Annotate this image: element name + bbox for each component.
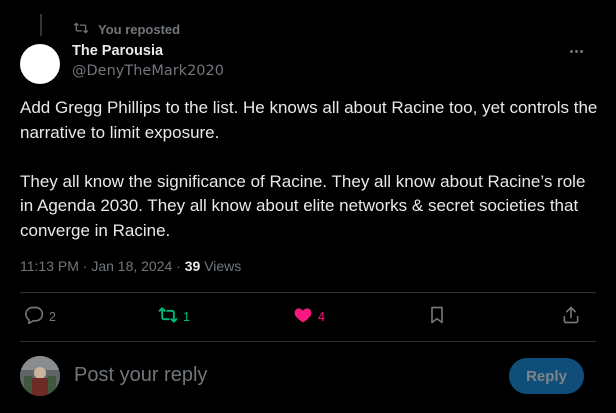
reply-button[interactable]: Reply	[509, 358, 584, 394]
bookmark-icon	[427, 305, 447, 328]
user-avatar[interactable]	[20, 356, 60, 396]
divider-bottom	[20, 341, 596, 342]
repost-banner-text: You reposted	[98, 22, 181, 37]
repost-icon	[73, 21, 89, 38]
action-bar: 2 1 4	[20, 293, 596, 341]
reply-action[interactable]: 2	[24, 305, 56, 328]
post-text: Add Gregg Phillips to the list. He knows…	[20, 98, 598, 240]
author-name[interactable]: The Parousia	[72, 43, 163, 59]
post-meta: 11:13 PM · Jan 18, 2024 · 39 Views	[20, 258, 241, 274]
author-avatar[interactable]	[20, 44, 60, 84]
repost-action[interactable]: 1	[158, 305, 190, 328]
reply-input[interactable]: Post your reply	[74, 364, 207, 387]
thread-line	[40, 14, 42, 36]
bookmark-action[interactable]	[427, 305, 447, 328]
views-label: Views	[200, 258, 242, 274]
like-count: 4	[318, 309, 325, 324]
heart-icon	[293, 305, 313, 328]
repost-banner: You reposted	[73, 21, 181, 38]
reply-icon	[24, 305, 44, 328]
like-action[interactable]: 4	[293, 305, 325, 328]
repost-count: 1	[183, 309, 190, 324]
reply-count: 2	[49, 309, 56, 324]
views-count: 39	[184, 258, 201, 274]
share-action[interactable]	[561, 305, 581, 328]
post-timestamp[interactable]: 11:13 PM · Jan 18, 2024 ·	[20, 258, 185, 274]
author-handle[interactable]: @DenyTheMark2020	[72, 63, 224, 79]
share-icon	[561, 305, 581, 328]
more-options-icon[interactable]	[565, 42, 587, 60]
repost-icon	[158, 305, 178, 328]
